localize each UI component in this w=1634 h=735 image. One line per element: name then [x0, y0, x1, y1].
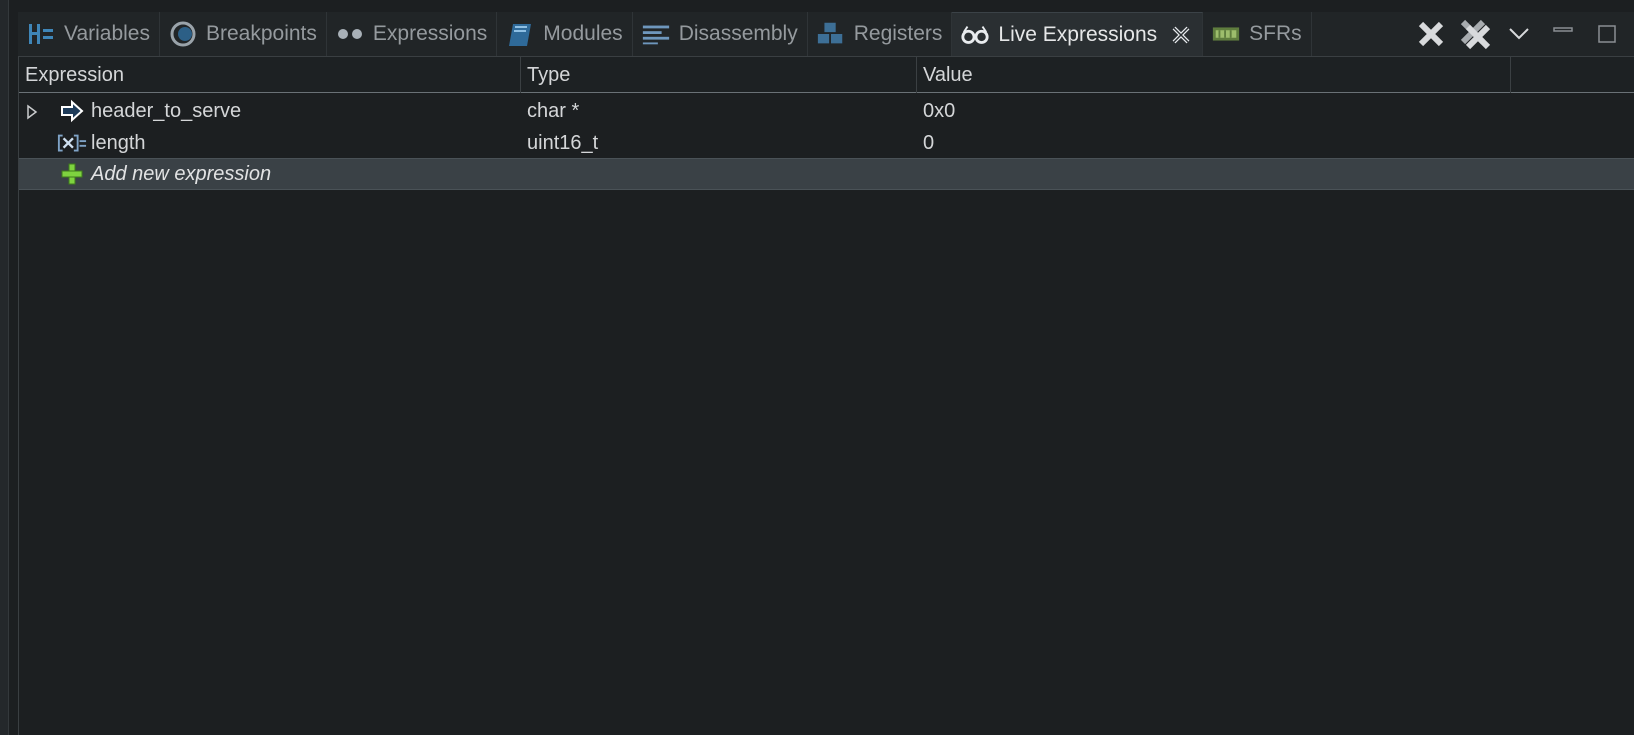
expression-type: char * [527, 99, 580, 122]
tab-label: Disassembly [678, 22, 798, 45]
disassembly-icon [641, 20, 671, 48]
tab-disassembly[interactable]: Disassembly [633, 12, 808, 56]
view-toolbar [1414, 14, 1634, 54]
tab-label: Modules [543, 22, 623, 45]
expression-value[interactable]: 0 [917, 127, 1511, 159]
expression-name: length [91, 131, 146, 154]
remove-selected-icon[interactable] [1414, 17, 1448, 51]
tab-modules[interactable]: Modules [497, 12, 633, 56]
expression-value[interactable]: 0x0 [917, 95, 1511, 127]
column-header-expression[interactable]: Expression [19, 57, 521, 93]
view-tab-bar: Variables Breakpoints Expressions Module… [18, 12, 1634, 56]
tab-label: Registers [853, 22, 943, 45]
tab-label: Expressions [372, 22, 488, 45]
live-expressions-panel: Expression Type Value header_to_serve ch… [18, 56, 1634, 735]
column-header-type[interactable]: Type [521, 57, 917, 93]
maximize-icon[interactable] [1590, 17, 1624, 51]
breakpoints-icon [168, 20, 198, 48]
tab-label: SFRs [1249, 22, 1302, 45]
registers-icon [816, 20, 846, 48]
pointer-arrow-icon [57, 98, 87, 124]
close-icon[interactable] [1169, 23, 1193, 47]
tab-sfrs[interactable]: SFRs [1203, 12, 1312, 56]
expression-type: uint16_t [527, 131, 599, 154]
table-header: Expression Type Value [19, 57, 1634, 93]
expand-toggle-icon[interactable] [25, 103, 39, 120]
modules-icon [505, 20, 535, 48]
expression-name: header_to_serve [91, 99, 242, 122]
tab-registers[interactable]: Registers [808, 12, 953, 56]
tab-label: Breakpoints [206, 22, 317, 45]
remove-all-icon[interactable] [1458, 17, 1492, 51]
live-expressions-icon [960, 21, 990, 49]
add-expression-row[interactable]: Add new expression [19, 158, 1634, 190]
sfrs-icon [1211, 20, 1241, 48]
table-row[interactable]: header_to_serve char * 0x0 [19, 95, 1634, 127]
tab-label: Variables [64, 22, 150, 45]
tab-label: Live Expressions [998, 22, 1158, 46]
variable-icon [57, 130, 87, 156]
variables-icon [26, 20, 56, 48]
view-menu-icon[interactable] [1502, 17, 1536, 51]
expressions-icon [335, 20, 365, 48]
tab-variables[interactable]: Variables [18, 12, 160, 56]
left-editor-gutter [0, 0, 9, 735]
tab-expressions[interactable]: Expressions [327, 12, 498, 56]
tab-breakpoints[interactable]: Breakpoints [160, 12, 327, 56]
table-row[interactable]: length uint16_t 0 [19, 127, 1634, 159]
add-icon [57, 161, 87, 187]
minimize-icon[interactable] [1546, 17, 1580, 51]
add-expression-label: Add new expression [91, 162, 272, 185]
column-header-value[interactable]: Value [917, 57, 1511, 93]
tab-live-expressions[interactable]: Live Expressions [952, 12, 1204, 56]
